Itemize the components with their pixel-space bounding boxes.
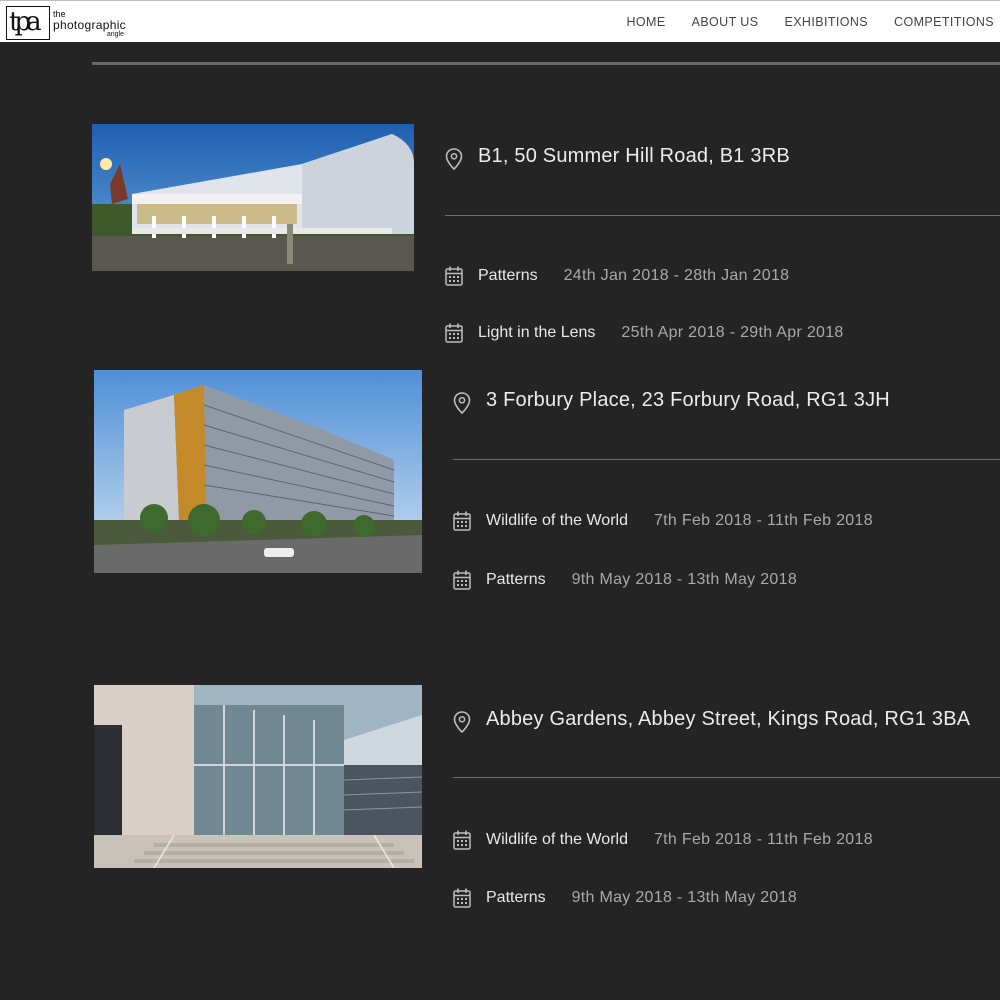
location-address: B1, 50 Summer Hill Road, B1 3RB bbox=[478, 145, 790, 167]
nav-exhibitions[interactable]: EXHIBITIONS bbox=[784, 15, 868, 29]
location-photo-3 bbox=[94, 685, 422, 868]
event-row[interactable]: Wildlife of the World 7th Feb 2018 - 11t… bbox=[453, 511, 873, 531]
event-row[interactable]: Patterns 9th May 2018 - 13th May 2018 bbox=[453, 888, 797, 908]
calendar-icon bbox=[453, 830, 471, 850]
event-row[interactable]: Patterns 9th May 2018 - 13th May 2018 bbox=[453, 570, 797, 590]
logo-line-photographic: photographic bbox=[53, 18, 126, 32]
event-name: Patterns bbox=[478, 267, 538, 284]
event-dates: 25th Apr 2018 - 29th Apr 2018 bbox=[621, 324, 844, 341]
event-dates: 24th Jan 2018 - 28th Jan 2018 bbox=[563, 267, 790, 284]
nav-about-us[interactable]: ABOUT US bbox=[692, 15, 759, 29]
site-header: tpa the photographic angle HOME ABOUT US… bbox=[0, 0, 1000, 42]
site-logo[interactable]: tpa the photographic angle bbox=[6, 6, 146, 42]
location-photo-2 bbox=[94, 370, 422, 573]
event-row[interactable]: Wildlife of the World 7th Feb 2018 - 11t… bbox=[453, 830, 873, 850]
location-divider bbox=[453, 777, 1000, 778]
event-dates: 9th May 2018 - 13th May 2018 bbox=[571, 889, 798, 906]
calendar-icon bbox=[453, 570, 471, 590]
logo-text: the photographic angle bbox=[53, 10, 126, 39]
calendar-icon bbox=[453, 888, 471, 908]
section-divider bbox=[92, 62, 1000, 65]
event-dates: 7th Feb 2018 - 11th Feb 2018 bbox=[653, 512, 873, 529]
event-name: Light in the Lens bbox=[478, 324, 596, 341]
map-pin-icon bbox=[445, 148, 463, 170]
location-divider bbox=[453, 459, 1000, 460]
event-dates: 7th Feb 2018 - 11th Feb 2018 bbox=[653, 831, 873, 848]
location-address: Abbey Gardens, Abbey Street, Kings Road,… bbox=[486, 708, 971, 730]
logo-line-angle: angle bbox=[106, 31, 124, 38]
event-name: Patterns bbox=[486, 571, 546, 588]
calendar-icon bbox=[445, 266, 463, 286]
location-divider bbox=[445, 215, 1000, 216]
event-row[interactable]: Patterns 24th Jan 2018 - 28th Jan 2018 bbox=[445, 266, 789, 286]
map-pin-icon bbox=[453, 392, 471, 414]
main-nav: HOME ABOUT US EXHIBITIONS COMPETITIONS bbox=[626, 1, 994, 43]
event-name: Patterns bbox=[486, 889, 546, 906]
nav-competitions[interactable]: COMPETITIONS bbox=[894, 15, 994, 29]
calendar-icon bbox=[445, 323, 463, 343]
event-row[interactable]: Light in the Lens 25th Apr 2018 - 29th A… bbox=[445, 323, 844, 343]
location-photo-1 bbox=[92, 124, 414, 271]
event-dates: 9th May 2018 - 13th May 2018 bbox=[571, 571, 798, 588]
calendar-icon bbox=[453, 511, 471, 531]
event-name: Wildlife of the World bbox=[486, 831, 628, 848]
event-name: Wildlife of the World bbox=[486, 512, 628, 529]
map-pin-icon bbox=[453, 711, 471, 733]
nav-home[interactable]: HOME bbox=[626, 15, 665, 29]
location-address: 3 Forbury Place, 23 Forbury Road, RG1 3J… bbox=[486, 389, 890, 411]
logo-mark-icon: tpa bbox=[6, 6, 50, 40]
